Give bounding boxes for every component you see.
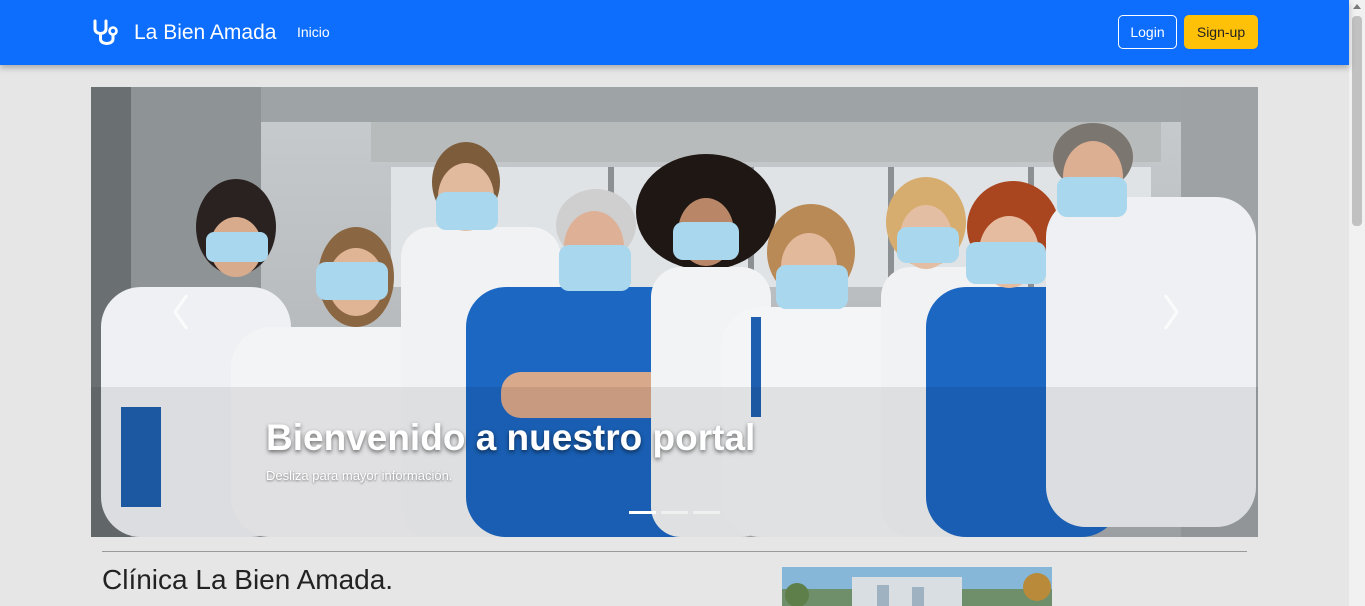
carousel-next-control[interactable]	[1151, 287, 1191, 337]
scroll-up-arrow-icon[interactable]	[1353, 4, 1361, 9]
brand-link[interactable]: La Bien Amada	[90, 16, 276, 50]
section-divider	[102, 551, 1247, 552]
scroll-thumb[interactable]	[1352, 16, 1362, 226]
chevron-left-icon	[173, 294, 189, 330]
stethoscope-icon	[93, 19, 118, 45]
carousel-indicator-2[interactable]	[661, 511, 688, 514]
carousel-caption-title: Bienvenido a nuestro portal	[266, 417, 756, 458]
carousel-indicator-1[interactable]	[629, 511, 656, 514]
carousel-caption-subtitle: Desliza para mayor información.	[266, 468, 453, 483]
chevron-right-icon	[1163, 294, 1179, 330]
carousel-prev-control[interactable]	[161, 287, 201, 337]
carousel-indicator-3[interactable]	[693, 511, 720, 514]
signup-button[interactable]: Sign-up	[1184, 15, 1258, 49]
page-scrollbar[interactable]	[1349, 0, 1365, 606]
clinic-building-image	[782, 567, 1052, 606]
hero-carousel: Bienvenido a nuestro portal Desliza para…	[91, 87, 1258, 537]
login-button[interactable]: Login	[1118, 15, 1177, 49]
nav-link-inicio[interactable]: Inicio	[297, 24, 330, 40]
section-title: Clínica La Bien Amada.	[102, 564, 394, 595]
navbar: La Bien Amada Inicio Login Sign-up	[0, 0, 1349, 65]
carousel-indicators	[629, 511, 720, 514]
brand-name: La Bien Amada	[134, 21, 277, 44]
